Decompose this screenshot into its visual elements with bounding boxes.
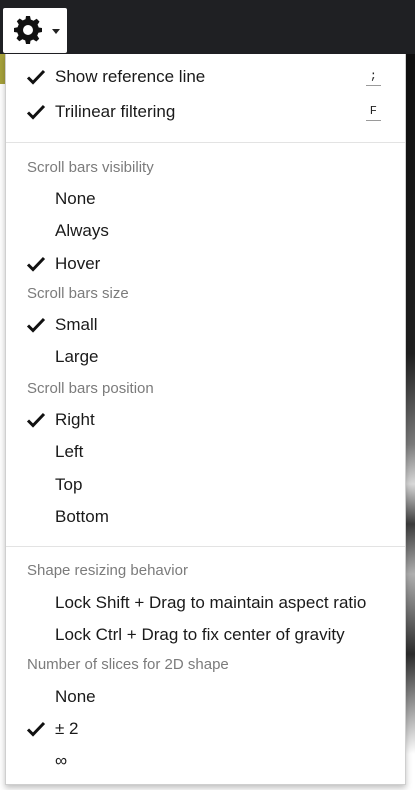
menu-item-trilinear-filtering[interactable]: Trilinear filtering F — [6, 97, 405, 127]
menu-item-label: None — [55, 189, 96, 208]
menu-item-scroll-visibility-none[interactable]: None — [6, 184, 405, 214]
menu-item-slices-plus-minus-2[interactable]: ± 2 — [6, 714, 405, 744]
menu-item-label: Large — [55, 347, 99, 366]
menu-item-scroll-position-bottom[interactable]: Bottom — [6, 502, 405, 532]
menu-item-label: ∞ — [55, 751, 68, 770]
menu-item-label: None — [55, 687, 96, 706]
section-header-scroll-position: Scroll bars position — [27, 380, 154, 397]
menu-item-scroll-position-left[interactable]: Left — [6, 437, 405, 467]
menu-item-show-reference-line[interactable]: Show reference line ; — [6, 62, 405, 92]
menu-item-label: ± 2 — [55, 719, 79, 738]
checkmark-icon — [26, 256, 46, 272]
section-header-scroll-size: Scroll bars size — [27, 285, 129, 302]
menu-item-label: Left — [55, 442, 84, 461]
menu-item-label: Hover — [55, 254, 101, 273]
checkmark-icon — [26, 721, 46, 737]
menu-item-scroll-size-large[interactable]: Large — [6, 342, 405, 372]
settings-menu-button[interactable] — [3, 8, 67, 53]
menu-item-scroll-size-small[interactable]: Small — [6, 310, 405, 340]
menu-divider — [6, 142, 405, 143]
menu-item-slices-infinity[interactable]: ∞ — [6, 746, 405, 776]
menu-item-label: Bottom — [55, 507, 109, 526]
menu-item-label: Show reference line — [55, 67, 206, 86]
section-header-scroll-visibility: Scroll bars visibility — [27, 159, 154, 176]
menu-item-label: Lock Ctrl + Drag to fix center of gravit… — [55, 625, 345, 644]
menu-item-slices-none[interactable]: None — [6, 682, 405, 712]
menu-divider — [6, 546, 405, 547]
menu-item-scroll-visibility-always[interactable]: Always — [6, 216, 405, 246]
menu-item-label: Right — [55, 410, 95, 429]
section-header-shape-resizing: Shape resizing behavior — [27, 562, 188, 579]
shortcut-key: F — [365, 102, 381, 121]
menu-item-label: Top — [55, 475, 83, 494]
menu-item-label: Lock Shift + Drag to maintain aspect rat… — [55, 593, 367, 612]
checkmark-icon — [26, 317, 46, 333]
menu-item-lock-shift-drag[interactable]: Lock Shift + Drag to maintain aspect rat… — [6, 588, 405, 618]
checkmark-icon — [26, 412, 46, 428]
menu-item-lock-ctrl-drag[interactable]: Lock Ctrl + Drag to fix center of gravit… — [6, 620, 405, 650]
menu-item-scroll-position-top[interactable]: Top — [6, 470, 405, 500]
menu-item-scroll-visibility-hover[interactable]: Hover — [6, 249, 405, 279]
section-header-slices: Number of slices for 2D shape — [27, 656, 229, 673]
menu-item-label: Small — [55, 315, 98, 334]
settings-dropdown-menu: Show reference line ; Trilinear filterin… — [5, 54, 406, 785]
shortcut-key: ; — [365, 67, 381, 86]
checkmark-icon — [26, 104, 46, 120]
caret-down-icon — [52, 29, 60, 34]
menu-item-label: Always — [55, 221, 109, 240]
background-image-viewer — [406, 54, 415, 790]
checkmark-icon — [26, 69, 46, 85]
menu-item-label: Trilinear filtering — [55, 102, 176, 121]
gear-icon — [14, 16, 42, 44]
menu-item-scroll-position-right[interactable]: Right — [6, 405, 405, 435]
